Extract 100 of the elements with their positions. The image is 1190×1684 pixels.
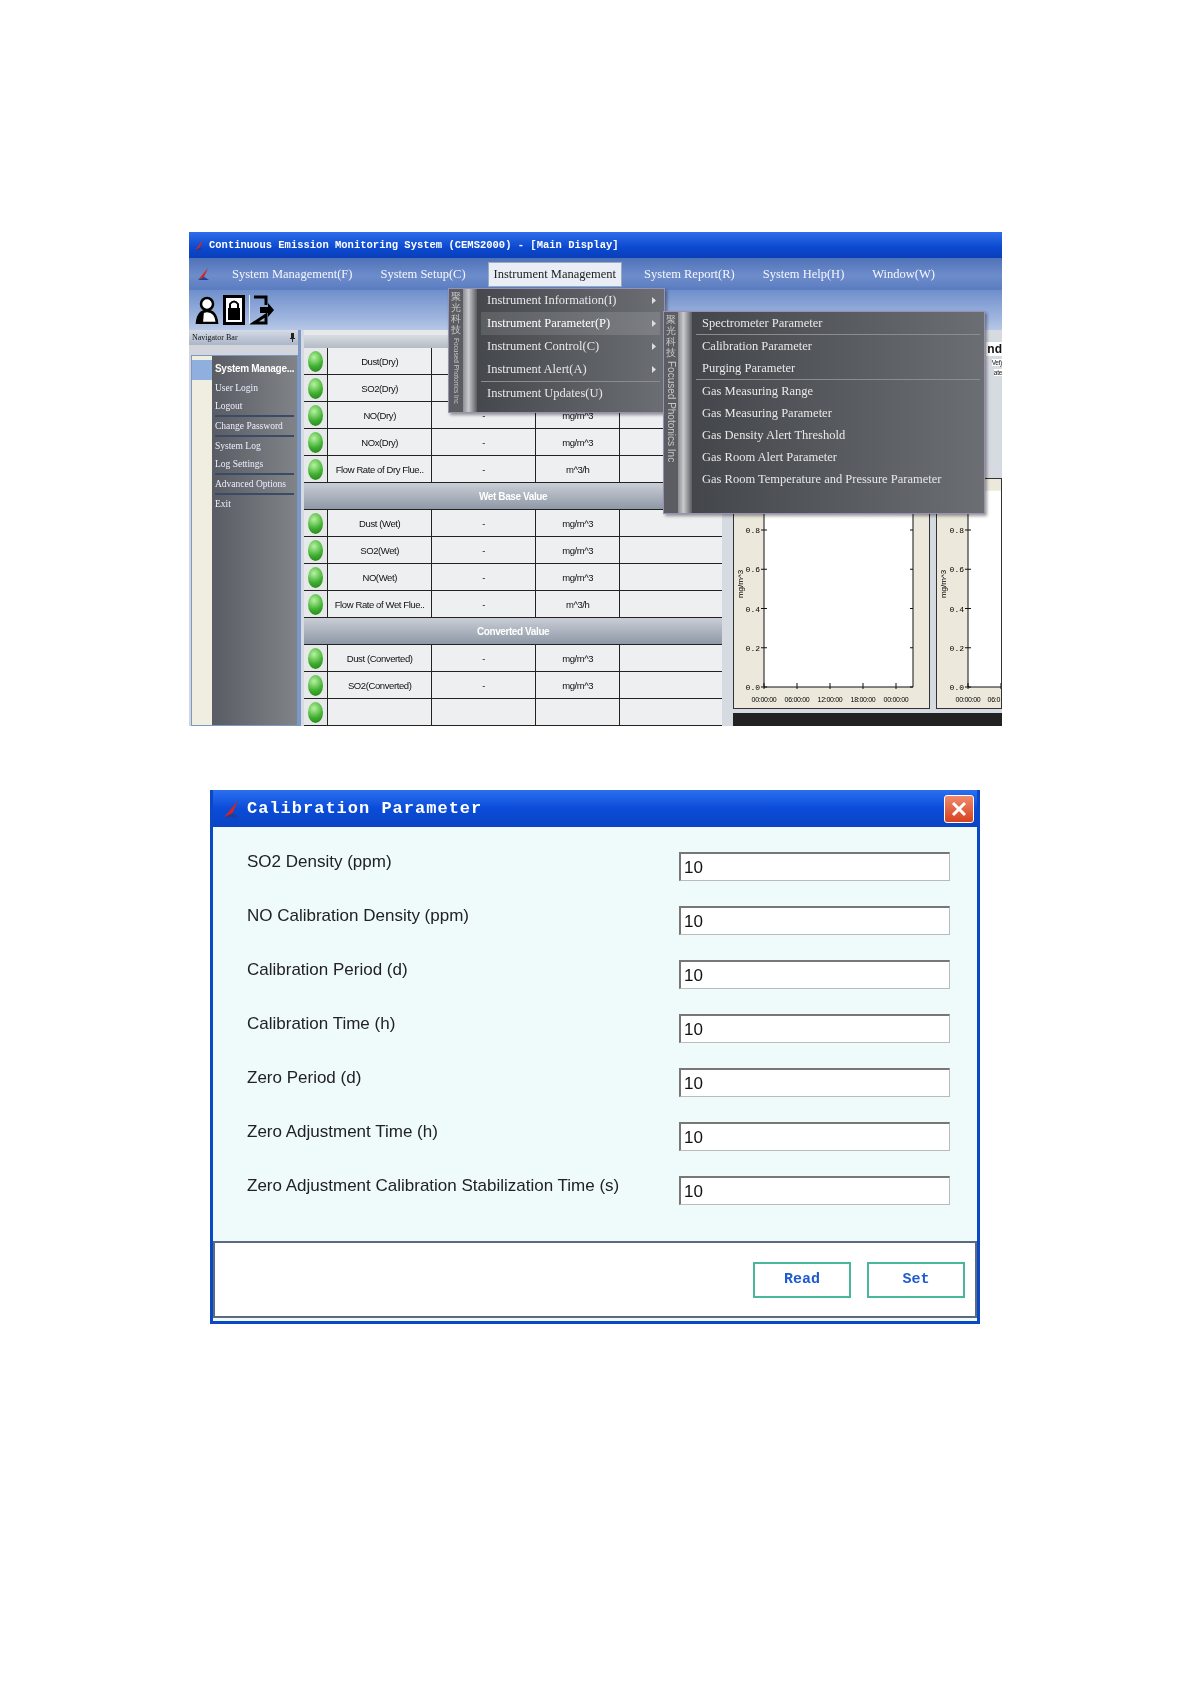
nav-item[interactable]: Change Password (215, 417, 295, 435)
field-label: Zero Adjustment Calibration Stabilization Time (s) (247, 1176, 621, 1196)
tick-label: 0.8 (949, 526, 964, 536)
status-light-icon (308, 674, 324, 696)
table-cell: Flow Rate of Wet Flue.. (327, 591, 432, 617)
window-title: Continuous Emission Monitoring System (CEMS2000) - [Main Display] (209, 239, 619, 251)
dialog-button[interactable]: Read (753, 1261, 851, 1298)
menu-item[interactable]: Gas Measuring Range (696, 380, 980, 402)
group-marker (192, 360, 212, 380)
nav-item[interactable]: Exit (215, 495, 295, 513)
menu-item[interactable]: Spectrometer Parameter (696, 312, 980, 334)
nav-item[interactable]: Log Settings (215, 455, 295, 473)
status-light-icon (308, 539, 324, 561)
tick-label: 0.6 (949, 565, 964, 575)
menu-item[interactable]: Instrument Parameter(P) (481, 312, 660, 335)
table-cell: SO2(Dry) (327, 375, 432, 401)
nav-group-title[interactable]: System Manage... (212, 356, 298, 379)
input-field[interactable]: 10 (679, 1175, 950, 1205)
input-field[interactable]: 10 (679, 1121, 950, 1151)
status-light-icon (308, 431, 324, 453)
table-cell: Dust (Wet) (327, 510, 432, 536)
status-light-icon (308, 512, 324, 534)
logo-icon (196, 267, 210, 281)
vendor-name: 聚光科技 (666, 314, 676, 358)
close-button[interactable] (944, 794, 974, 823)
field-label: SO2 Density (ppm) (247, 852, 393, 872)
status-light-icon (308, 701, 324, 723)
table-cell: m^3/h (535, 591, 620, 617)
status-light-icon (308, 350, 324, 372)
table-cell: - (431, 645, 536, 671)
table-cell: NO(Wet) (327, 564, 432, 590)
table-cell: - (431, 456, 536, 482)
table-cell: mg/m^3 (535, 672, 620, 698)
field-label: Zero Adjustment Time (h) (247, 1122, 439, 1142)
menu-item[interactable]: Instrument Control(C) (481, 335, 660, 358)
input-field[interactable]: 10 (679, 1013, 950, 1043)
section-title: Wet Base Value (479, 490, 548, 502)
table-cell: - (431, 537, 536, 563)
menu-item[interactable]: Instrument Alert(A) (481, 358, 660, 381)
table-cell: Dust (Converted) (327, 645, 432, 671)
table-cell: - (431, 564, 536, 590)
nav-item[interactable]: System Log (215, 437, 295, 455)
input-field[interactable]: 10 (679, 851, 950, 881)
table-cell: SO2(Wet) (327, 537, 432, 563)
menu-item[interactable]: Gas Room Temperature and Pressure Parameter (696, 468, 980, 490)
input-field[interactable]: 10 (679, 959, 950, 989)
table-cell: NO(Dry) (327, 402, 432, 428)
table-cell: SO2(Converted) (327, 672, 432, 698)
dialog-title: Calibration Parameter (247, 799, 484, 818)
field-label: NO Calibration Density (ppm) (247, 906, 470, 926)
menu-item[interactable]: Gas Room Alert Parameter (696, 446, 980, 468)
table-cell: mg/m^3 (535, 564, 620, 590)
table-cell: m^3/h (535, 456, 620, 482)
menu-item[interactable]: Instrument Management (487, 261, 623, 287)
status-light-icon (308, 404, 324, 426)
lock-icon[interactable] (223, 295, 245, 325)
nav-item[interactable]: User Login (215, 379, 295, 397)
tick-label: 0.2 (745, 644, 760, 654)
menu-item[interactable]: Instrument Updates(U) (481, 382, 660, 405)
nav-item[interactable]: Logout (215, 397, 295, 415)
menu-item[interactable]: Purging Parameter (696, 357, 980, 379)
panel-heading: nd (986, 342, 1002, 356)
menu-item[interactable]: Gas Measuring Parameter (696, 402, 980, 424)
user-icon[interactable] (195, 296, 219, 324)
axis-label: mg/m^3 (736, 570, 745, 599)
status-light-icon (308, 377, 324, 399)
tick-label: 0.8 (745, 526, 760, 536)
field-label: Zero Period (d) (247, 1068, 363, 1088)
exit-icon[interactable] (249, 295, 275, 325)
menu-item[interactable]: Calibration Parameter (696, 335, 980, 357)
tick-label: 0.0 (745, 683, 760, 693)
submenu-arrow-icon (652, 366, 656, 373)
tick-label: 0.2 (949, 644, 964, 654)
table-cell: mg/m^3 (535, 429, 620, 455)
menu-item[interactable]: Gas Density Alert Threshold (696, 424, 980, 446)
section-title: Converted Value (476, 625, 550, 637)
axis-label: mg/m^3 (939, 570, 948, 599)
table-cell: - (431, 672, 536, 698)
input-field[interactable]: 10 (679, 905, 950, 935)
status-light-icon (308, 458, 324, 480)
pin-icon[interactable] (290, 333, 296, 342)
logo-icon (193, 239, 205, 251)
input-field[interactable]: 10 (679, 1067, 950, 1097)
nav-item[interactable]: Advanced Options (215, 475, 295, 493)
status-light-icon (308, 647, 324, 669)
table-cell: - (431, 429, 536, 455)
tick-label: 0.0 (949, 683, 964, 693)
table-cell: mg/m^3 (535, 510, 620, 536)
status-light-icon (308, 566, 324, 588)
x-axis (967, 682, 1001, 690)
field-label: Calibration Time (h) (247, 1014, 397, 1034)
menu-item[interactable]: Instrument Information(I) (481, 289, 660, 312)
tick-label: 0.6 (745, 565, 760, 575)
navigator-title: Navigator Bar (192, 333, 238, 342)
dialog-button[interactable]: Set (867, 1261, 965, 1298)
submenu-arrow-icon (652, 343, 656, 350)
tick-label: 0.4 (949, 604, 964, 614)
table-cell: Flow Rate of Dry Flue.. (327, 456, 432, 482)
close-icon (951, 800, 967, 817)
submenu-arrow-icon (652, 297, 656, 304)
